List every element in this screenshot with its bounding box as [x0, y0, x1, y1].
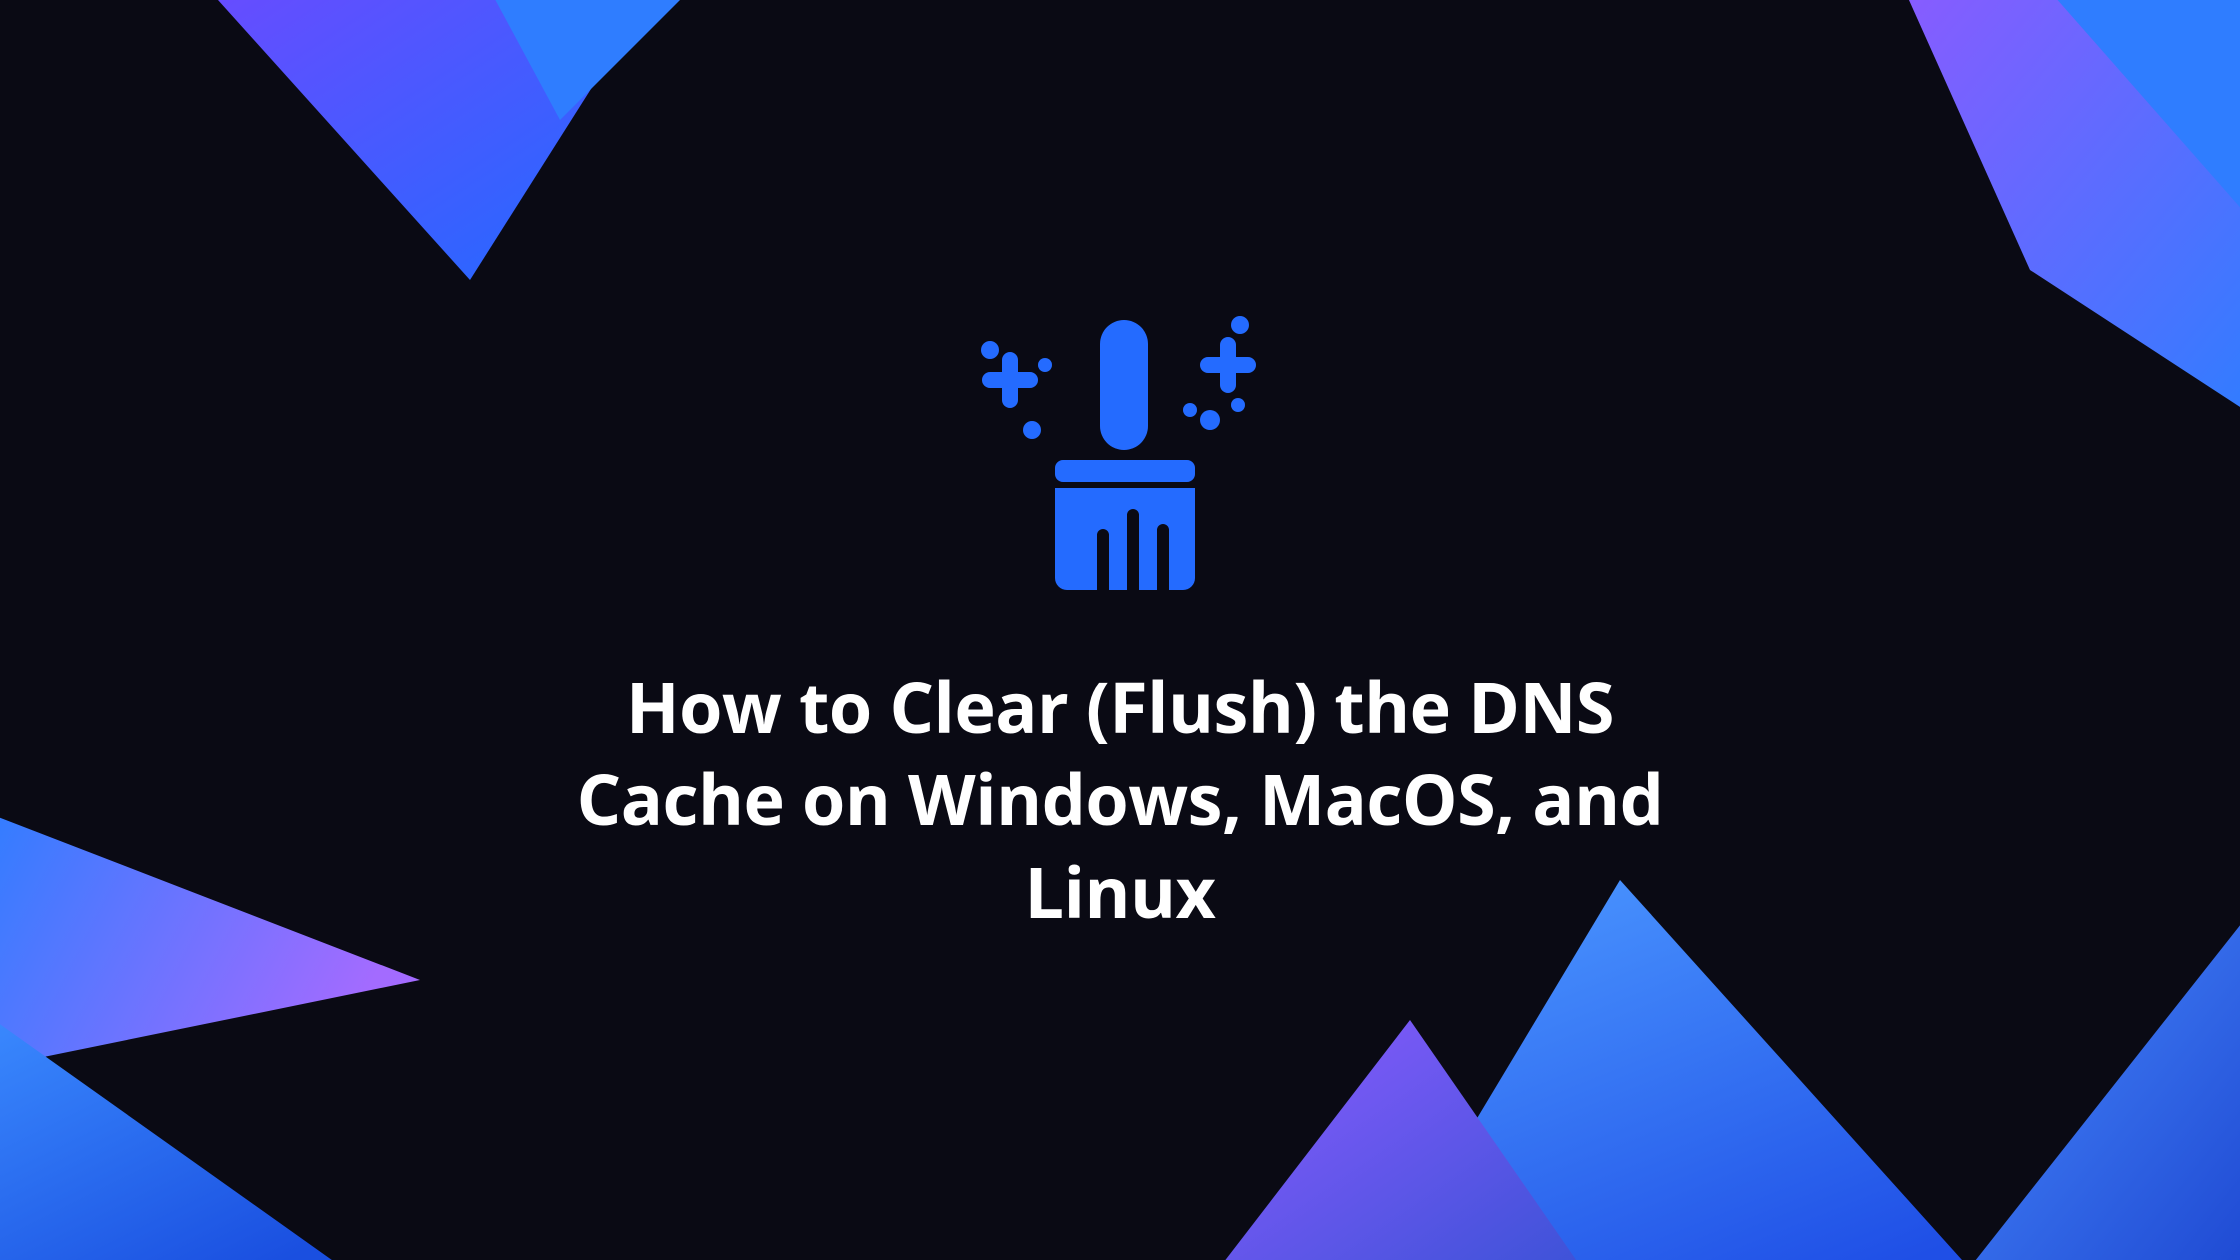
triangle-top-left-small [490, 0, 690, 120]
triangle-left-mid [0, 810, 420, 1070]
broom-clean-sparkle-icon [960, 300, 1280, 620]
triangle-top-right [1700, 0, 2240, 450]
triangle-bottom-left [0, 1010, 360, 1260]
triangle-bottom-center-purple [1210, 1020, 1590, 1260]
hero-title: How to Clear (Flush) the DNS Cache on Wi… [570, 660, 1670, 937]
triangle-bottom-right [1960, 900, 2240, 1260]
hero-content: How to Clear (Flush) the DNS Cache on Wi… [570, 300, 1670, 937]
triangle-top-left-large [200, 0, 660, 300]
hero-banner: How to Clear (Flush) the DNS Cache on Wi… [0, 0, 2240, 1260]
